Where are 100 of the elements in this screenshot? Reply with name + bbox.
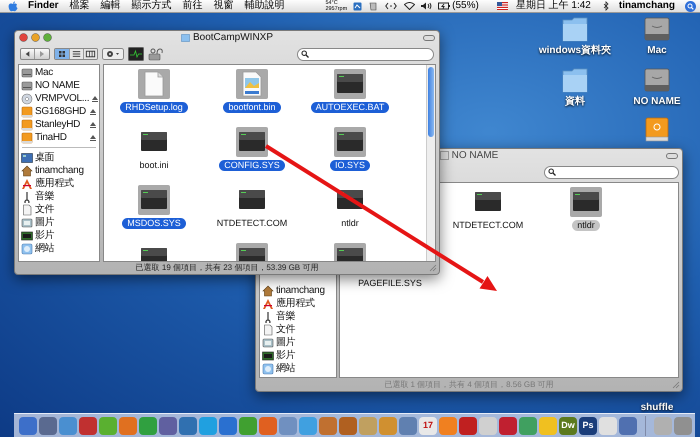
toolbar-toggle-icon[interactable] xyxy=(423,34,435,40)
terminal-icon[interactable] xyxy=(236,127,268,157)
battery-icon[interactable] xyxy=(438,2,450,10)
file-name[interactable]: NTDETECT.COM xyxy=(212,218,292,229)
sidebar-item[interactable]: tinamchang xyxy=(35,166,97,176)
eject-icon[interactable] xyxy=(89,108,97,116)
sidebar-item[interactable]: 應用程式 xyxy=(35,178,97,188)
apple-icon[interactable] xyxy=(8,0,18,12)
sidebar-item[interactable]: 網站 xyxy=(276,364,334,374)
dock-icon[interactable] xyxy=(319,416,337,434)
zoom-button[interactable] xyxy=(43,33,52,42)
sidebar-item[interactable]: 應用程式 xyxy=(276,298,334,308)
dock-icon[interactable] xyxy=(459,416,477,434)
terminal-icon[interactable] xyxy=(570,187,602,217)
file-name[interactable]: RHDSetup.log xyxy=(120,102,188,113)
sidebar-item[interactable]: 影片 xyxy=(35,230,97,240)
sidebar-item[interactable]: tinamchang xyxy=(276,286,334,296)
menu-item[interactable]: Finder xyxy=(28,1,59,11)
clock[interactable]: 星期日 上午 1:42 xyxy=(516,1,591,11)
activity-monitor-icon[interactable] xyxy=(128,47,144,61)
file-name[interactable]: ntldr xyxy=(336,218,364,229)
sidebar-item[interactable]: 音樂 xyxy=(35,192,97,202)
sidebar-item[interactable]: 網站 xyxy=(35,244,97,254)
search-field[interactable] xyxy=(297,48,434,60)
file-name[interactable]: boot.ini xyxy=(134,160,174,171)
eject-icon[interactable] xyxy=(89,134,97,142)
menu-item[interactable]: 前往 xyxy=(182,1,203,11)
gear-menu-button[interactable] xyxy=(102,48,124,60)
dock-app-icon[interactable]: Dw xyxy=(559,416,577,434)
bluetooth-icon[interactable] xyxy=(602,1,609,11)
desktop-icon-label[interactable]: 資料 xyxy=(565,96,585,107)
dock-icon[interactable] xyxy=(179,416,197,434)
terminal-icon[interactable] xyxy=(138,185,170,215)
terminal-icon[interactable] xyxy=(334,69,366,99)
resize-grip-icon[interactable] xyxy=(429,264,437,272)
hard-drive-icon[interactable] xyxy=(642,66,672,94)
sidebar-item[interactable]: SG168GHD xyxy=(35,106,87,116)
dock-icon[interactable] xyxy=(619,416,637,434)
search-icon[interactable] xyxy=(685,0,696,12)
dashboard-icon[interactable] xyxy=(353,2,362,10)
sidebar-item[interactable]: 文件 xyxy=(35,204,97,214)
battery-percentage[interactable]: (55%) xyxy=(452,1,479,11)
desktop-icon-label[interactable]: NO NAME xyxy=(633,96,681,107)
eject-icon[interactable] xyxy=(91,94,99,102)
scroll-bar[interactable] xyxy=(426,65,435,261)
user-name[interactable]: tinamchang xyxy=(618,1,675,11)
sidebar-item[interactable]: 文件 xyxy=(276,324,334,334)
dock-icon[interactable] xyxy=(259,416,277,434)
search-field[interactable] xyxy=(544,166,679,178)
file-name[interactable]: IO.SYS xyxy=(330,160,370,171)
dock-app-icon[interactable]: 17 xyxy=(419,416,437,434)
volume-icon[interactable] xyxy=(421,2,432,10)
icon-view-button[interactable] xyxy=(55,49,69,59)
dock-icon[interactable] xyxy=(399,416,417,434)
file-name[interactable]: ntldr xyxy=(572,220,600,231)
flag-icon[interactable] xyxy=(496,2,508,10)
file-name[interactable]: CONFIG.SYS xyxy=(219,160,285,171)
file-name[interactable]: PAGEFILE.SYS xyxy=(353,278,427,289)
sidebar-item[interactable]: NO NAME xyxy=(35,80,97,90)
minimize-button[interactable] xyxy=(31,33,40,42)
dock-icon[interactable] xyxy=(79,416,97,434)
sidebar-item[interactable]: StanleyHD xyxy=(35,120,87,130)
eject-icon[interactable] xyxy=(89,120,97,128)
sidebar-item[interactable]: 桌面 xyxy=(35,152,97,162)
dock-icon[interactable] xyxy=(499,416,517,434)
close-button[interactable] xyxy=(19,33,28,42)
terminal-icon[interactable] xyxy=(334,127,366,157)
image-file-icon[interactable] xyxy=(236,69,268,99)
dock-icon[interactable] xyxy=(339,416,357,434)
toolbar-toggle-icon[interactable] xyxy=(666,152,678,158)
hard-drive-icon[interactable] xyxy=(642,15,672,43)
folder-icon[interactable] xyxy=(560,15,590,43)
wifi-icon[interactable] xyxy=(404,2,416,10)
dock-icon[interactable] xyxy=(219,416,237,434)
dock-icon[interactable] xyxy=(19,416,37,434)
desktop-icon-label[interactable]: windows資料夾 xyxy=(538,45,612,56)
sidebar-item[interactable]: 音樂 xyxy=(276,312,334,322)
dock-icon[interactable] xyxy=(39,416,57,434)
file-name[interactable]: NTDETECT.COM xyxy=(448,220,528,231)
menu-item[interactable]: 編輯 xyxy=(100,1,121,11)
file-name[interactable]: bootfont.bin xyxy=(223,102,281,113)
network-arrows-icon[interactable] xyxy=(385,2,398,10)
file-name[interactable]: MSDOS.SYS xyxy=(122,218,186,229)
desktop-icon-label[interactable]: shuffle xyxy=(640,402,674,413)
sidebar-item[interactable]: VRMPVOL... xyxy=(35,94,90,104)
document-icon[interactable] xyxy=(138,69,170,99)
folder-icon[interactable] xyxy=(560,66,590,94)
dock-icon[interactable] xyxy=(159,416,177,434)
sidebar-item[interactable]: 圖片 xyxy=(35,218,97,228)
desktop-icon-label[interactable]: Mac xyxy=(647,45,667,56)
sidebar-item[interactable]: TinaHD xyxy=(35,132,87,142)
resize-grip-icon[interactable] xyxy=(672,380,680,388)
file-name[interactable]: AUTOEXEC.BAT xyxy=(310,102,390,113)
sidebar-item[interactable]: Mac xyxy=(35,68,97,78)
sidebar-item[interactable]: 圖片 xyxy=(276,338,334,348)
column-view-button[interactable] xyxy=(83,49,97,59)
sidebar-item[interactable]: 影片 xyxy=(276,350,334,360)
list-view-button[interactable] xyxy=(69,49,83,59)
dock-app-icon[interactable]: Ps xyxy=(579,416,597,434)
menu-item[interactable]: 輔助說明 xyxy=(244,1,285,11)
